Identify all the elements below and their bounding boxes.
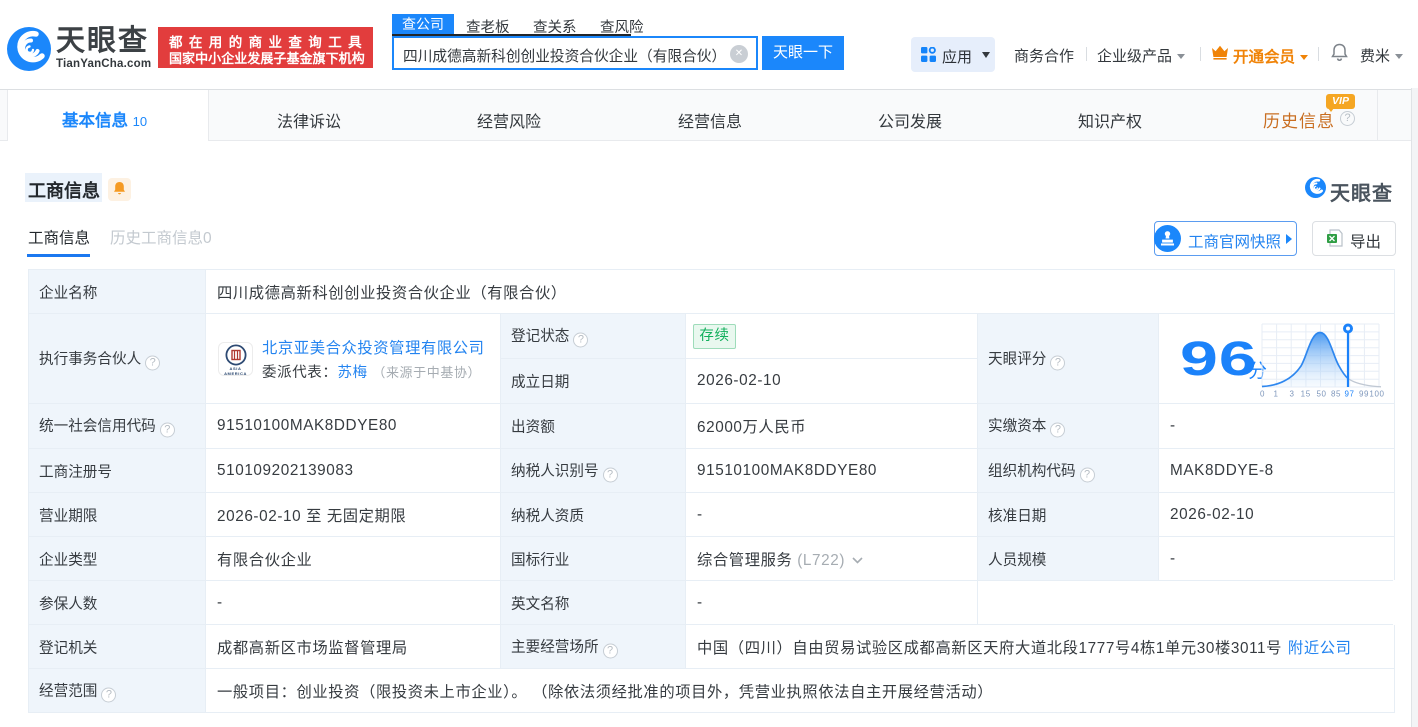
svg-text:97: 97 xyxy=(1344,390,1354,399)
svg-text:1: 1 xyxy=(1273,390,1278,399)
svg-text:15: 15 xyxy=(1301,390,1311,399)
svg-text:3: 3 xyxy=(1289,390,1294,399)
svg-text:0: 0 xyxy=(1260,390,1265,399)
svg-text:85: 85 xyxy=(1331,390,1341,399)
svg-text:99: 99 xyxy=(1359,390,1369,399)
svg-text:50: 50 xyxy=(1316,390,1326,399)
svg-text:100: 100 xyxy=(1369,390,1384,399)
